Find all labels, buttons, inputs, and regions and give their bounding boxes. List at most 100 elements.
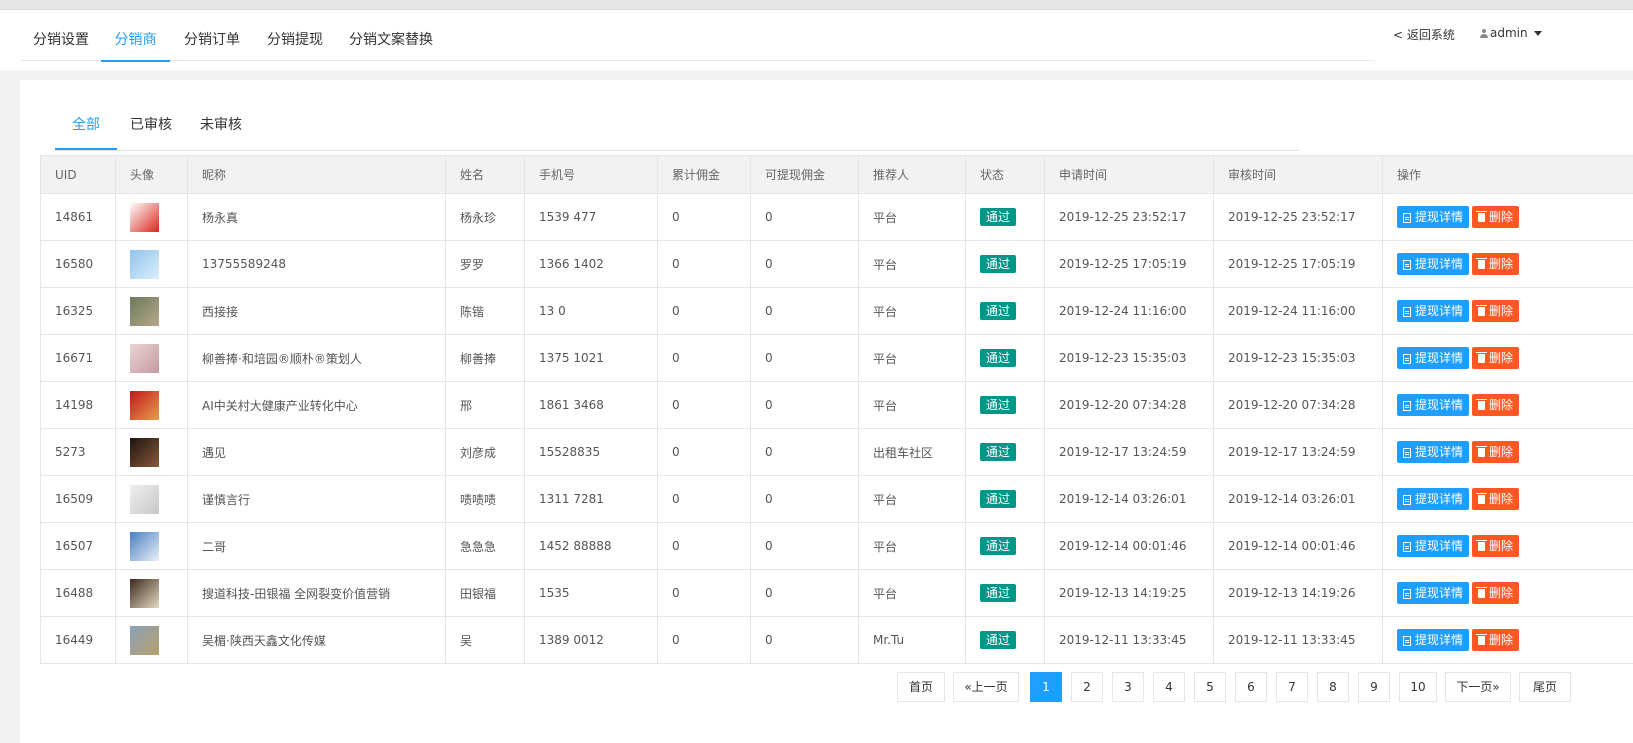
cell-apply-time: 2019-12-11 13:33:45 — [1044, 616, 1214, 664]
status-badge: 通过 — [980, 302, 1017, 320]
cell-status: 通过 — [965, 428, 1045, 476]
table-row: 16449 吴楣·陕西天鑫文化传媒吴 1389 0012 0 0 Mr.Tu 通过 2019-… — [40, 616, 1633, 664]
page-prev-button[interactable]: «上一页 — [953, 672, 1019, 702]
cell-avatar — [115, 240, 188, 288]
withdraw-detail-button[interactable]: 提现详情 — [1397, 535, 1470, 557]
status-badge: 通过 — [980, 537, 1017, 555]
delete-button[interactable]: 删除 — [1472, 394, 1520, 416]
delete-button[interactable]: 删除 — [1472, 206, 1520, 228]
table-row: 16325 西接接 陈锴 13 0 0 0 平台 通过 2019-12-24 11:16:00 2… — [40, 287, 1633, 335]
page-last-button[interactable]: 尾页 — [1519, 672, 1571, 702]
withdraw-detail-button[interactable]: 提现详情 — [1397, 488, 1470, 510]
cell-apply-time: 2019-12-20 07:34:28 — [1044, 381, 1214, 429]
user-menu[interactable]: admin — [1480, 26, 1542, 40]
cell-actions: 提现详情 删除 — [1382, 616, 1633, 664]
tab-distribution-orders[interactable]: 分销订单 — [184, 10, 240, 59]
page-number-button[interactable]: 10 — [1399, 672, 1437, 702]
delete-button[interactable]: 删除 — [1472, 535, 1520, 557]
cell-actions: 提现详情 删除 — [1382, 428, 1633, 476]
filter-tab-pending[interactable]: 未审核 — [193, 110, 249, 148]
page-number-button[interactable]: 1 — [1030, 672, 1062, 702]
tab-distribution-settings[interactable]: 分销设置 — [33, 10, 89, 59]
cell-status: 通过 — [965, 616, 1045, 664]
delete-label: 删除 — [1489, 257, 1514, 271]
trash-icon — [1476, 493, 1488, 504]
document-icon — [1403, 589, 1411, 599]
withdraw-detail-button[interactable]: 提现详情 — [1397, 629, 1470, 651]
cell-withdrawable-commission: 0 — [750, 334, 859, 382]
page-number-button[interactable]: 8 — [1317, 672, 1349, 702]
col-total-commission: 累计佣金 — [657, 155, 751, 194]
document-icon — [1403, 354, 1411, 364]
cell-referrer: 平台 — [858, 287, 966, 335]
cell-withdrawable-commission: 0 — [750, 240, 859, 288]
delete-button[interactable]: 删除 — [1472, 582, 1520, 604]
page-number-button[interactable]: 4 — [1153, 672, 1185, 702]
delete-button[interactable]: 删除 — [1472, 300, 1520, 322]
status-badge: 通过 — [980, 584, 1017, 602]
cell-phone: 1861 3468 — [524, 381, 658, 429]
col-uid: UID — [40, 155, 116, 194]
withdraw-detail-button[interactable]: 提现详情 — [1397, 206, 1470, 228]
delete-label: 删除 — [1489, 586, 1514, 600]
cell-withdrawable-commission: 0 — [750, 428, 859, 476]
document-icon — [1403, 636, 1411, 646]
cell-review-time: 2019-12-23 15:35:03 — [1213, 334, 1383, 382]
cell-referrer: 出租车社区 — [858, 428, 966, 476]
withdraw-detail-label: 提现详情 — [1415, 351, 1464, 365]
page-first-button[interactable]: 首页 — [897, 672, 945, 702]
cell-total-commission: 0 — [657, 381, 751, 429]
cell-uid: 16325 — [40, 287, 116, 335]
filter-tab-approved[interactable]: 已审核 — [123, 110, 179, 148]
avatar — [130, 249, 159, 279]
page-number-button[interactable]: 2 — [1071, 672, 1103, 702]
tab-distributors[interactable]: 分销商 — [101, 10, 170, 62]
delete-button[interactable]: 删除 — [1472, 629, 1520, 651]
cell-avatar — [115, 381, 188, 429]
delete-button[interactable]: 删除 — [1472, 347, 1520, 369]
withdraw-detail-button[interactable]: 提现详情 — [1397, 347, 1470, 369]
delete-button[interactable]: 删除 — [1472, 488, 1520, 510]
page-next-button[interactable]: 下一页» — [1445, 672, 1511, 702]
tab-distribution-withdrawals[interactable]: 分销提现 — [267, 10, 323, 59]
table-row: 16671 柳善捧·和培园®顺朴®策划人 柳善捧 1375 1021 0 0 平台 通过 201… — [40, 334, 1633, 382]
withdraw-detail-button[interactable]: 提现详情 — [1397, 582, 1470, 604]
cell-phone: 1311 7281 — [524, 475, 658, 523]
avatar — [130, 437, 159, 467]
filter-tabs: 全部 已审核 未审核 — [55, 110, 1300, 151]
delete-button[interactable]: 删除 — [1472, 253, 1520, 275]
cell-review-time: 2019-12-13 14:19:26 — [1213, 569, 1383, 617]
cell-review-time: 2019-12-25 17:05:19 — [1213, 240, 1383, 288]
table-row: 16507 二哥 急急急 1452 88888 0 0 平台 通过 2019-12-14 00:… — [40, 522, 1633, 570]
back-to-system-link[interactable]: < 返回系统 — [1393, 26, 1455, 43]
cell-avatar — [115, 287, 188, 335]
cell-phone: 15528835 — [524, 428, 658, 476]
page-number-button[interactable]: 6 — [1235, 672, 1267, 702]
table-row: 5273 遇见 刘彦成 15528835 0 0 出租车社区 通过 2019-12-17 13… — [40, 428, 1633, 476]
page-number-button[interactable]: 3 — [1112, 672, 1144, 702]
cell-referrer: 平台 — [858, 475, 966, 523]
cell-review-time: 2019-12-20 07:34:28 — [1213, 381, 1383, 429]
trash-icon — [1476, 258, 1488, 269]
content-panel: 全部 已审核 未审核 UID 头像 昵称 姓名 手机号 累计佣金 可提现佣金 推… — [20, 80, 1633, 743]
cell-apply-time: 2019-12-14 00:01:46 — [1044, 522, 1214, 570]
delete-button[interactable]: 删除 — [1472, 441, 1520, 463]
cell-actions: 提现详情 删除 — [1382, 522, 1633, 570]
top-strip — [0, 0, 1633, 10]
withdraw-detail-button[interactable]: 提现详情 — [1397, 300, 1470, 322]
page-number-button[interactable]: 9 — [1358, 672, 1390, 702]
page-number-button[interactable]: 7 — [1276, 672, 1308, 702]
filter-tab-all[interactable]: 全部 — [55, 110, 117, 150]
cell-name: 田银福 — [445, 569, 525, 617]
cell-apply-time: 2019-12-24 11:16:00 — [1044, 287, 1214, 335]
withdraw-detail-label: 提现详情 — [1415, 398, 1464, 412]
page-number-button[interactable]: 5 — [1194, 672, 1226, 702]
cell-status: 通过 — [965, 287, 1045, 335]
header: 分销设置 分销商 分销订单 分销提现 分销文案替换 < 返回系统 admin — [0, 10, 1633, 70]
delete-label: 删除 — [1489, 539, 1514, 553]
tab-copy-replacement[interactable]: 分销文案替换 — [349, 10, 433, 59]
withdraw-detail-button[interactable]: 提现详情 — [1397, 394, 1470, 416]
withdraw-detail-button[interactable]: 提现详情 — [1397, 253, 1470, 275]
withdraw-detail-button[interactable]: 提现详情 — [1397, 441, 1470, 463]
withdraw-detail-label: 提现详情 — [1415, 257, 1464, 271]
